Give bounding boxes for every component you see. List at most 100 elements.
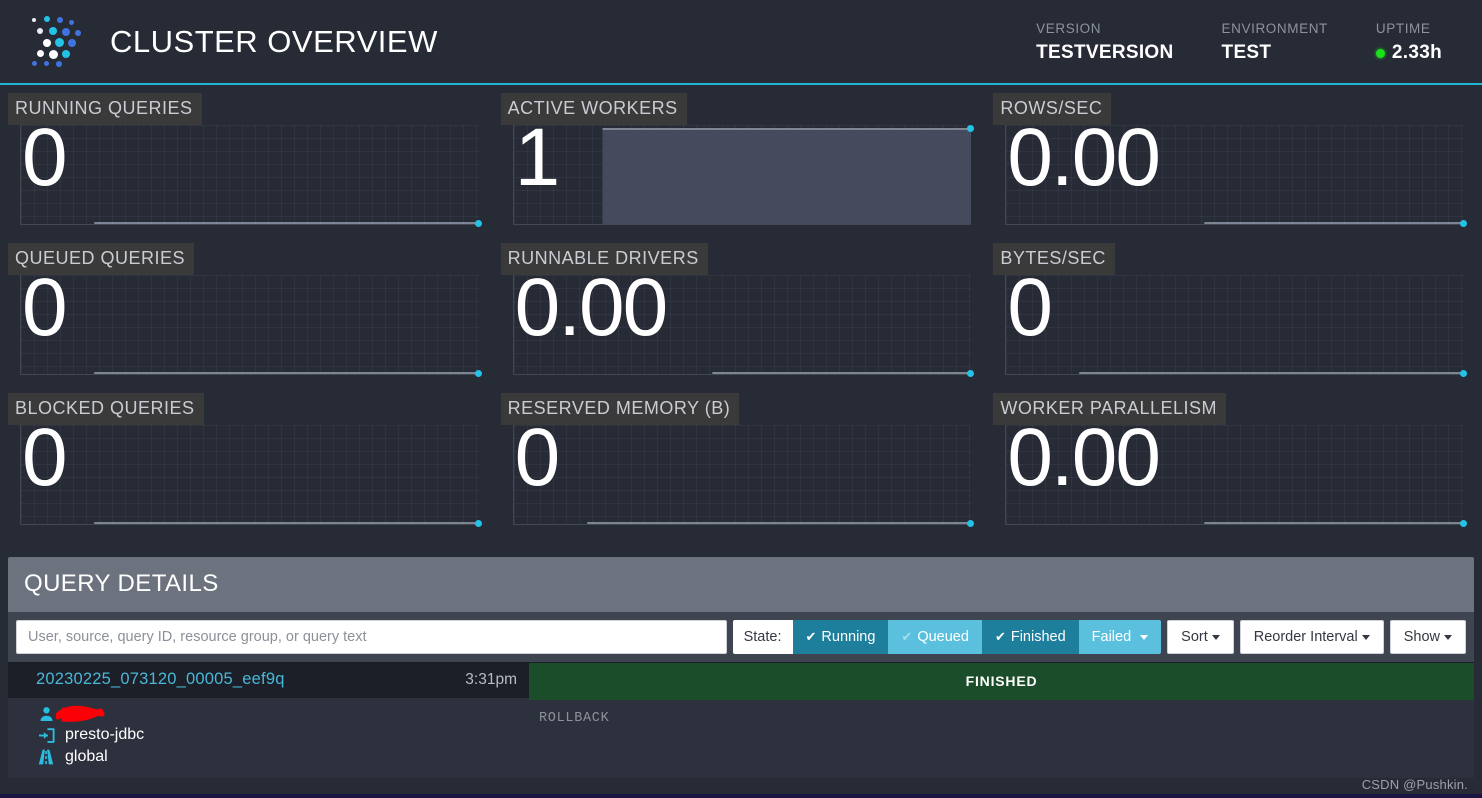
stat-card-reserved-memory: RESERVED MEMORY (B) 0 xyxy=(500,393,982,543)
stat-value: 0 xyxy=(22,112,68,203)
sign-in-icon xyxy=(36,727,56,743)
stat-body: 0.00 xyxy=(993,417,1474,537)
query-resource-group-line: global xyxy=(8,746,529,768)
show-button[interactable]: Show xyxy=(1389,620,1466,654)
header-meta: VERSION TESTVERSION ENVIRONMENT TEST UPT… xyxy=(1036,0,1482,85)
state-filter-group: State: ✔ Running ✔ Queued ✔ Finished Fai… xyxy=(732,620,1162,654)
state-filter-queued[interactable]: ✔ Queued xyxy=(888,620,982,654)
meta-uptime-value: 2.33h xyxy=(1391,42,1442,63)
stat-card-runnable-drivers: RUNNABLE DRIVERS 0.00 xyxy=(500,243,982,393)
query-details-panel: QUERY DETAILS State: ✔ Running ✔ Queued … xyxy=(8,557,1474,778)
query-details-header: QUERY DETAILS xyxy=(8,557,1474,612)
sparkline-running-queries xyxy=(20,125,482,227)
meta-environment-value: TEST xyxy=(1221,42,1272,63)
meta-environment: ENVIRONMENT TEST xyxy=(1222,21,1328,64)
status-badge: FINISHED xyxy=(529,662,1474,700)
stat-value: 1 xyxy=(514,112,561,203)
sort-button-label: Sort xyxy=(1181,629,1208,645)
stat-value: 0 xyxy=(22,262,68,353)
chevron-down-icon xyxy=(1211,634,1220,640)
stat-body: 0 xyxy=(8,417,489,537)
query-text: ROLLBACK xyxy=(529,700,1474,778)
query-row-left: 20230225_073120_00005_eef9q 3:31pm prest… xyxy=(8,662,529,778)
table-row[interactable]: 20230225_073120_00005_eef9q 3:31pm prest… xyxy=(8,662,1474,778)
stat-card-queued-queries: QUEUED QUERIES 0 xyxy=(8,243,489,393)
state-filter-label: State: xyxy=(732,620,793,654)
stat-body: 0.00 xyxy=(993,117,1474,237)
sparkline-active-workers xyxy=(512,125,975,225)
watermark: CSDN @Pushkin. xyxy=(1361,777,1468,792)
query-source-label: presto-jdbc xyxy=(65,726,145,743)
page-title: CLUSTER OVERVIEW xyxy=(110,23,438,59)
chevron-down-icon xyxy=(1140,634,1149,640)
search-input[interactable] xyxy=(16,620,727,654)
stat-body: 0 xyxy=(8,117,489,237)
stat-body: 0 xyxy=(993,267,1474,387)
query-id-link[interactable]: 20230225_073120_00005_eef9q xyxy=(36,670,285,689)
page-header: CLUSTER OVERVIEW VERSION TESTVERSION ENV… xyxy=(0,0,1482,85)
stat-grid: RUNNING QUERIES 0 ACTIVE WORKERS 1 ROWS/… xyxy=(0,85,1482,543)
query-details-heading: QUERY DETAILS xyxy=(24,570,219,597)
bottom-edge xyxy=(0,794,1482,798)
brand: CLUSTER OVERVIEW xyxy=(0,14,438,70)
query-source-line: presto-jdbc xyxy=(8,724,529,746)
meta-environment-label: ENVIRONMENT xyxy=(1221,21,1328,36)
sparkline-queued-queries xyxy=(20,275,482,377)
sparkline-reserved-memory xyxy=(512,425,975,527)
sparkline-blocked-queries xyxy=(20,425,482,527)
presto-dots-logo-icon xyxy=(28,14,94,70)
check-icon: ✔ xyxy=(994,629,1006,644)
stat-body: 1 xyxy=(501,117,982,237)
state-filter-running-label: Running xyxy=(821,629,876,645)
meta-version-label: VERSION xyxy=(1036,21,1102,36)
stat-value: 0.00 xyxy=(1007,412,1161,503)
stat-value: 0 xyxy=(514,412,561,503)
chevron-down-icon xyxy=(1444,634,1452,640)
user-icon xyxy=(36,706,56,722)
stat-value: 0.00 xyxy=(514,262,669,353)
stat-body: 0 xyxy=(8,267,489,387)
show-button-label: Show xyxy=(1403,629,1440,645)
state-filter-failed[interactable]: Failed xyxy=(1078,620,1162,654)
query-details-toolbar: State: ✔ Running ✔ Queued ✔ Finished Fai… xyxy=(8,612,1474,662)
stat-card-running-queries: RUNNING QUERIES 0 xyxy=(8,93,489,243)
query-resource-group-label: global xyxy=(65,748,108,765)
stat-card-active-workers: ACTIVE WORKERS 1 xyxy=(500,93,982,243)
meta-version: VERSION TESTVERSION xyxy=(1036,21,1173,64)
query-list: 20230225_073120_00005_eef9q 3:31pm prest… xyxy=(8,662,1474,778)
stat-card-rows-per-sec: ROWS/SEC 0.00 xyxy=(993,93,1474,243)
state-filter-failed-label: Failed xyxy=(1091,629,1132,645)
meta-uptime-value-wrap: 2.33h xyxy=(1375,42,1442,64)
state-filter-queued-label: Queued xyxy=(917,629,969,645)
status-dot-icon xyxy=(1375,48,1385,58)
stat-value: 0 xyxy=(1007,262,1053,353)
reorder-interval-button-label: Reorder Interval xyxy=(1253,629,1358,645)
reorder-interval-button[interactable]: Reorder Interval xyxy=(1239,620,1384,654)
query-id-bar: 20230225_073120_00005_eef9q 3:31pm xyxy=(8,662,529,698)
dashboard-root: CLUSTER OVERVIEW VERSION TESTVERSION ENV… xyxy=(0,0,1482,798)
state-filter-finished[interactable]: ✔ Finished xyxy=(981,620,1079,654)
road-icon xyxy=(36,749,56,765)
stat-body: 0 xyxy=(501,417,982,537)
redaction-mark xyxy=(54,705,118,722)
meta-uptime-label: UPTIME xyxy=(1375,21,1431,36)
stat-card-blocked-queries: BLOCKED QUERIES 0 xyxy=(8,393,489,543)
check-icon: ✔ xyxy=(805,629,817,644)
stat-card-worker-parallelism: WORKER PARALLELISM 0.00 xyxy=(993,393,1474,543)
state-filter-running[interactable]: ✔ Running xyxy=(792,620,889,654)
stat-body: 0.00 xyxy=(501,267,982,387)
query-user-line xyxy=(8,704,529,724)
stat-value: 0 xyxy=(22,412,68,503)
query-timestamp: 3:31pm xyxy=(465,670,517,688)
stat-card-bytes-per-sec: BYTES/SEC 0 xyxy=(993,243,1474,393)
query-meta: presto-jdbc global xyxy=(8,698,529,778)
state-filter-finished-label: Finished xyxy=(1010,629,1066,645)
meta-uptime: UPTIME 2.33h xyxy=(1375,21,1442,64)
query-row-right: FINISHED ROLLBACK xyxy=(529,662,1474,778)
sparkline-bytes-per-sec xyxy=(1005,275,1467,377)
meta-version-value: TESTVERSION xyxy=(1036,42,1174,63)
chevron-down-icon xyxy=(1361,634,1370,640)
sort-button[interactable]: Sort xyxy=(1167,620,1234,654)
stat-value: 0.00 xyxy=(1007,112,1161,203)
check-icon: ✔ xyxy=(901,629,913,644)
